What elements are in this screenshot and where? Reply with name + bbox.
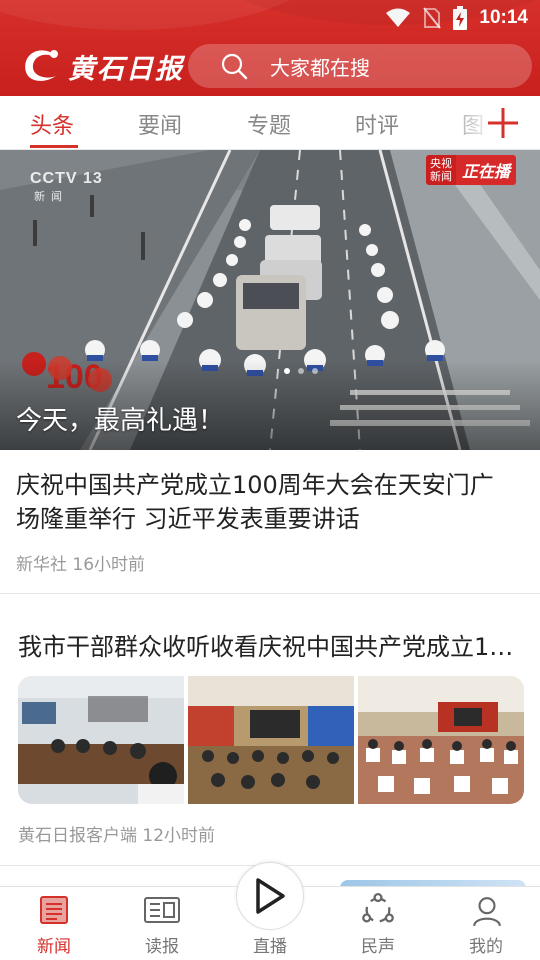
user-icon [473, 897, 501, 927]
news-thumbnail [18, 676, 184, 804]
news-item-meta: 黄石日报客户端 12小时前 [18, 821, 215, 846]
news-item-meta: 新华社 16小时前 [16, 550, 145, 575]
hero-caption: 今天，最高礼遇！ [16, 406, 225, 436]
cctv-logo-text: CCTV 13 [30, 170, 103, 187]
battery-charging-icon [453, 6, 468, 30]
no-sim-icon [423, 7, 442, 29]
live-badge-label: 正在播 [456, 155, 517, 185]
tab-major-news[interactable]: 要闻 [138, 108, 182, 140]
news-item-time: 12小时前 [142, 826, 216, 846]
tab-commentary[interactable]: 时评 [355, 108, 399, 140]
logo-text: 黄石日报 [68, 53, 184, 85]
carousel-dot[interactable] [312, 368, 318, 374]
status-bar: 10:14 [385, 4, 528, 32]
live-play-button[interactable] [236, 862, 304, 930]
live-badge-bottom: 新闻 [430, 170, 452, 183]
status-time: 10:14 [479, 7, 528, 28]
cctv-logo: CCTV 13 新闻 [30, 170, 103, 204]
nav-live-label: 直播 [253, 937, 287, 957]
cctv-logo-sub: 新闻 [34, 190, 68, 203]
nav-news-label: 新闻 [37, 937, 71, 957]
carousel-dot[interactable] [298, 368, 304, 374]
news-item-source: 黄石日报客户端 [18, 826, 137, 846]
news-item-time: 16小时前 [72, 555, 146, 575]
news-item[interactable]: 我市干部群众收听收看庆祝中国共产党成立100周年大会 [0, 594, 540, 866]
search-icon [220, 52, 248, 80]
search-bar[interactable]: 大家都在搜 [188, 44, 532, 88]
active-tab-indicator [30, 145, 78, 148]
tab-headlines[interactable]: 头条 [30, 108, 74, 140]
live-badge-top: 央视 [430, 157, 452, 170]
logo-swoosh-icon [25, 50, 58, 81]
app-logo: 黄石日报 [20, 44, 184, 88]
category-tabs: 头条 要闻 专题 时评 图 [0, 96, 540, 150]
nav-public-voice-label: 民声 [361, 937, 395, 957]
tab-topics[interactable]: 专题 [247, 108, 291, 140]
news-item-source: 新华社 [16, 555, 67, 575]
hero-banner[interactable]: 100 CCTV 13 新闻 央视 新闻 正在播 今天，最高礼遇！ [0, 150, 540, 450]
news-item-title: 我市干部群众收听收看庆祝中国共产党成立100周年大会 [18, 633, 518, 661]
newspaper-icon [40, 896, 68, 924]
news-item[interactable]: 庆祝中国共产党成立100周年大会在天安门广场隆重举行 习近平发表重要讲话 新华社… [0, 450, 540, 594]
share-nodes-icon [362, 893, 394, 923]
carousel-indicator [284, 368, 318, 374]
play-icon [256, 878, 285, 914]
live-badge-source: 央视 新闻 [426, 155, 456, 185]
news-thumbnail [358, 676, 524, 804]
search-placeholder: 大家都在搜 [270, 55, 370, 80]
news-item-title: 庆祝中国共产党成立100周年大会在天安门广场隆重举行 习近平发表重要讲话 [16, 471, 494, 533]
app-header: 10:14 黄石日报 大家都在搜 [0, 0, 540, 96]
nav-profile[interactable]: 我的 [432, 887, 540, 960]
nav-read-paper[interactable]: 读报 [108, 887, 216, 960]
wifi-icon [385, 8, 411, 28]
nav-read-paper-label: 读报 [145, 937, 179, 957]
add-channel-icon[interactable] [486, 106, 520, 140]
nav-news[interactable]: 新闻 [0, 887, 108, 960]
news-thumbnail [188, 676, 354, 804]
nav-profile-label: 我的 [469, 937, 503, 957]
paper-reader-icon [144, 897, 180, 923]
live-badge: 央视 新闻 正在播 [426, 155, 517, 185]
news-item-images [18, 676, 524, 804]
carousel-dot[interactable] [284, 368, 290, 374]
nav-public-voice[interactable]: 民声 [324, 887, 432, 960]
